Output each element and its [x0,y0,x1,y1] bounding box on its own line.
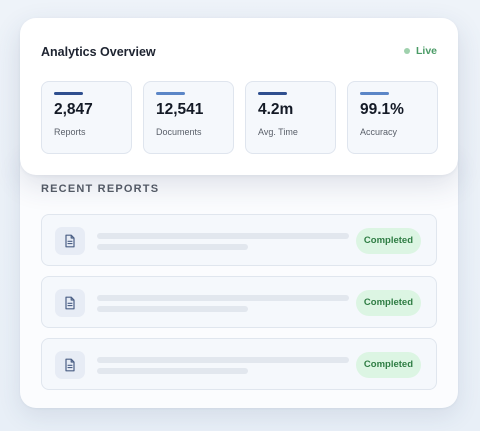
stat-label: Avg. Time [258,127,298,137]
live-dot-icon [403,48,410,54]
stat-value: 99.1% [360,101,404,118]
stat-accent-bar [54,92,83,95]
stat-accent-bar [258,92,287,95]
title-placeholder-bar [97,233,349,239]
stat-value: 12,541 [156,101,204,118]
stat-card-accuracy[interactable]: 99.1% Accuracy [347,81,438,154]
document-icon [55,227,85,255]
stat-card-avg-time[interactable]: 4.2m Avg. Time [245,81,336,154]
status-badge: Completed [355,352,421,378]
stat-label: Accuracy [360,127,398,137]
report-row[interactable]: Completed [41,338,437,390]
subtitle-placeholder-bar [97,306,248,312]
document-icon [55,289,85,317]
document-icon [55,351,85,379]
stat-value: 2,847 [54,101,93,118]
title-placeholder-bar [97,295,349,301]
subtitle-placeholder-bar [97,368,248,374]
report-row[interactable]: Completed [41,214,437,266]
recent-reports-card: RECENT REPORTS Completed Completed Compl… [20,150,458,408]
stat-accent-bar [360,92,389,95]
stat-label: Documents [156,127,202,137]
report-row[interactable]: Completed [41,276,437,328]
stat-card-reports[interactable]: 2,847 Reports [41,81,132,154]
stat-card-documents[interactable]: 12,541 Documents [143,81,234,154]
card-title: Analytics Overview [41,45,156,59]
live-indicator: Live [403,45,437,57]
recent-reports-title: RECENT REPORTS [41,183,160,195]
stat-accent-bar [156,92,185,95]
subtitle-placeholder-bar [97,244,248,250]
live-label: Live [415,45,437,57]
status-badge: Completed [355,290,421,316]
title-placeholder-bar [97,357,349,363]
stat-label: Reports [54,127,86,137]
analytics-overview-card: Analytics Overview Live 2,847 Reports 12… [20,18,458,175]
status-badge: Completed [355,228,421,254]
stat-value: 4.2m [258,101,294,118]
